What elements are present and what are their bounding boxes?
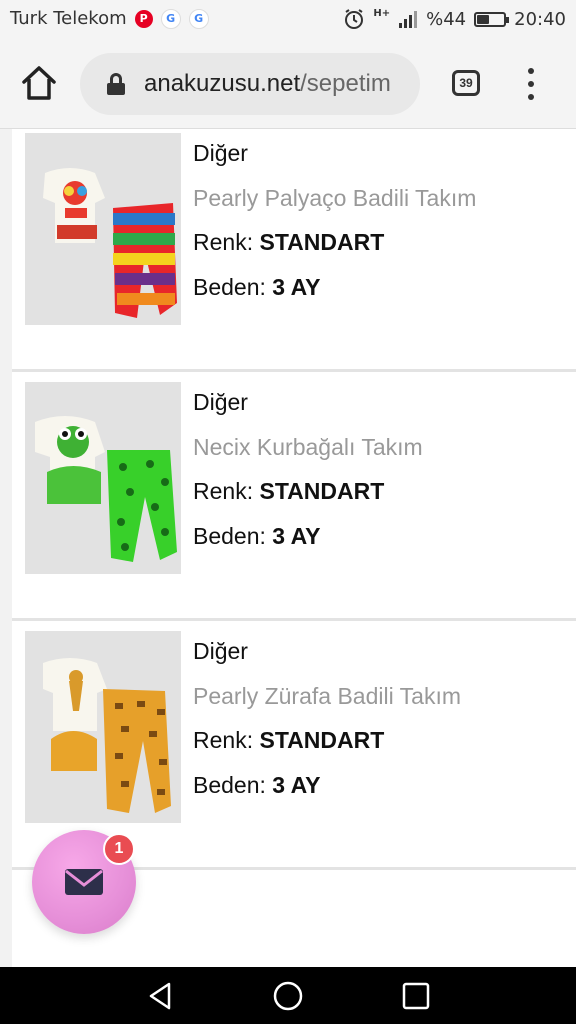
product-size: Beden: 3 AY — [193, 265, 476, 310]
pinterest-icon: P — [134, 9, 153, 28]
clock: 20:40 — [514, 8, 566, 30]
system-nav-bar — [0, 967, 576, 1024]
home-circle-icon[interactable] — [271, 979, 305, 1013]
color-value: STANDART — [259, 478, 385, 504]
product-color: Renk: STANDART — [193, 469, 423, 514]
home-icon[interactable] — [20, 64, 58, 102]
size-value: 3 AY — [272, 771, 321, 798]
tab-switcher-button[interactable]: 39 — [452, 70, 480, 96]
url-text[interactable]: anakuzusu.net/sepetim — [144, 70, 391, 98]
network-type: H+ — [373, 8, 391, 19]
size-label: Beden: — [193, 522, 266, 549]
lock-icon — [106, 73, 126, 95]
product-image[interactable] — [25, 631, 181, 823]
product-name[interactable]: Pearly Zürafa Badili Takım — [193, 674, 461, 719]
size-value: 3 AY — [272, 273, 321, 300]
signal-icon — [399, 11, 418, 28]
carrier-name: Turk Telekom — [10, 8, 127, 29]
address-bar[interactable]: anakuzusu.net/sepetim — [80, 53, 420, 115]
cart-item[interactable]: Diğer Pearly Palyaço Badili Takım Renk: … — [12, 129, 576, 372]
color-value: STANDART — [259, 229, 385, 255]
product-size: Beden: 3 AY — [193, 763, 461, 808]
product-size: Beden: 3 AY — [193, 514, 423, 559]
battery-icon — [474, 11, 510, 27]
product-info: Diğer Pearly Palyaço Badili Takım Renk: … — [193, 131, 476, 309]
product-category: Diğer — [193, 389, 248, 415]
product-image[interactable] — [25, 382, 181, 574]
alarm-icon — [345, 9, 364, 29]
recents-square-icon[interactable] — [399, 979, 433, 1013]
product-category: Diğer — [193, 140, 248, 166]
frog-outfit-picture — [25, 382, 181, 574]
status-right: H+ %44 20:40 — [343, 8, 566, 30]
product-info: Diğer Necix Kurbağalı Takım Renk: STANDA… — [193, 380, 423, 558]
message-count-badge: 1 — [103, 833, 135, 865]
product-image[interactable] — [25, 133, 181, 325]
google-icon: G — [188, 8, 209, 29]
cart-item[interactable]: Diğer Necix Kurbağalı Takım Renk: STANDA… — [12, 369, 576, 621]
status-bar: Turk Telekom P G G H+ %44 20:40 — [0, 0, 576, 40]
product-color: Renk: STANDART — [193, 718, 461, 763]
battery-percent: %44 — [426, 8, 467, 30]
back-triangle-icon[interactable] — [143, 979, 177, 1013]
product-info: Diğer Pearly Zürafa Badili Takım Renk: S… — [193, 629, 461, 807]
color-label: Renk: — [193, 478, 254, 504]
google-icon: G — [160, 8, 181, 29]
product-color: Renk: STANDART — [193, 220, 476, 265]
product-category: Diğer — [193, 638, 248, 664]
page-left-border — [0, 129, 12, 967]
product-name[interactable]: Pearly Palyaço Badili Takım — [193, 176, 476, 221]
browser-toolbar: anakuzusu.net/sepetim 39 — [0, 40, 576, 129]
color-label: Renk: — [193, 229, 254, 255]
giraffe-outfit-picture — [25, 631, 181, 823]
clown-outfit-picture — [25, 133, 181, 325]
product-name[interactable]: Necix Kurbağalı Takım — [193, 425, 423, 470]
size-label: Beden: — [193, 273, 266, 300]
color-label: Renk: — [193, 727, 254, 753]
color-value: STANDART — [259, 727, 385, 753]
size-label: Beden: — [193, 771, 266, 798]
url-domain: anakuzusu.net — [144, 70, 301, 97]
status-left: Turk Telekom P G G — [10, 8, 209, 29]
size-value: 3 AY — [272, 522, 321, 549]
battery-level — [477, 14, 490, 24]
url-path: /sepetim — [300, 70, 391, 97]
overflow-menu-icon[interactable] — [523, 68, 539, 100]
